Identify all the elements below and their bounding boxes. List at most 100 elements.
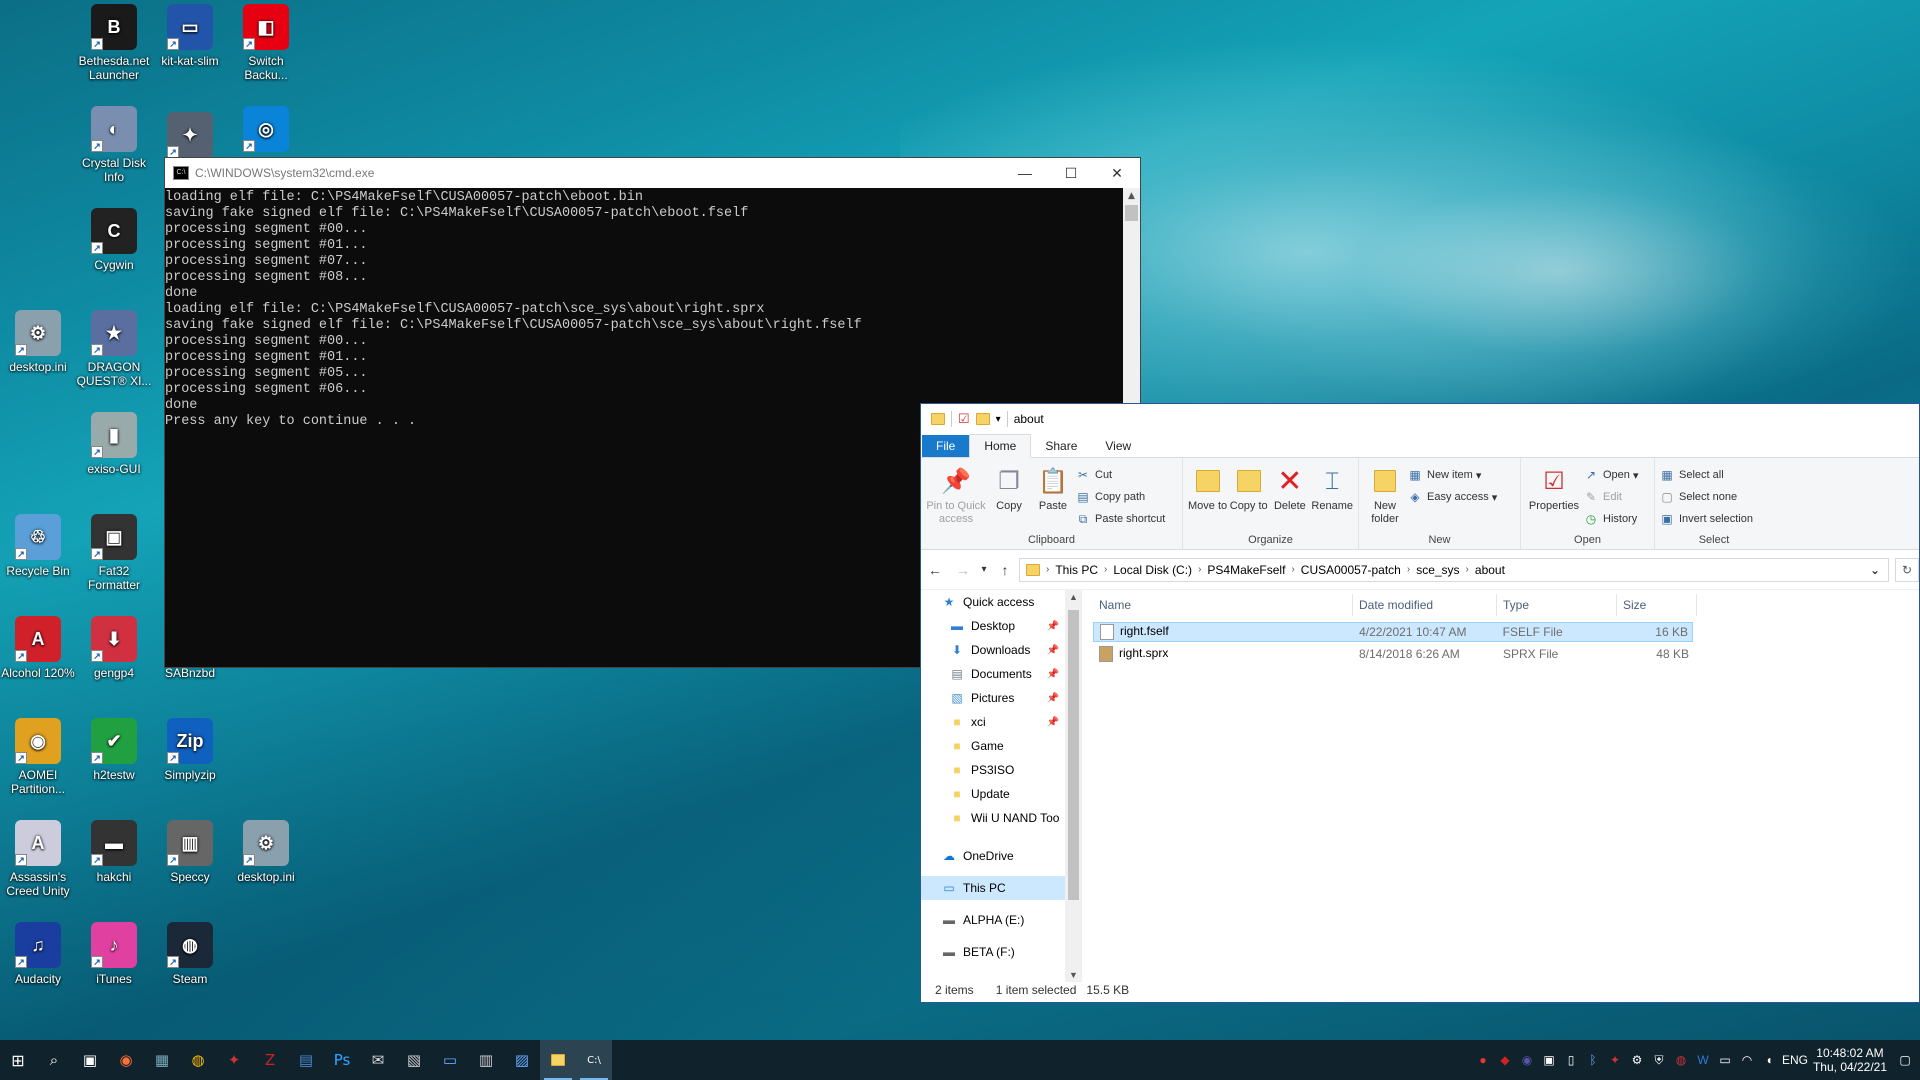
desktop-icon[interactable]: ⬇ ↗ gengp4 [76,616,152,680]
chevron-right-icon[interactable]: › [1291,564,1294,575]
scroll-up-icon[interactable]: ▲ [1065,592,1082,602]
desktop-icon[interactable]: ♪ ↗ iTunes [76,922,152,986]
desktop-icon[interactable]: ♫ ↗ Audacity [0,922,76,986]
desktop-icon[interactable]: A ↗ Alcohol 120% [0,616,76,680]
app-icon[interactable]: ▦ [144,1040,180,1080]
desktop-icon[interactable]: Zip ↗ Simplyzip [152,718,228,782]
app-icon[interactable]: ▤ [288,1040,324,1080]
tray-app-icon[interactable]: ▣ [1538,1053,1560,1067]
close-icon[interactable]: ✕ [1094,165,1140,182]
tray-app-icon[interactable]: ◉ [1516,1053,1538,1067]
desktop-icon[interactable]: ▮ ↗ exiso-GUI [76,412,152,476]
nav-item[interactable]: ★ Quick access [921,590,1065,614]
column-date-modified[interactable]: Date modified [1353,594,1497,616]
nav-item[interactable]: ■ Game [921,734,1065,758]
forward-icon[interactable]: → [949,562,977,578]
tab-view[interactable]: View [1091,435,1145,457]
desktop-icon[interactable]: B ↗ Bethesda.net Launcher [76,4,152,82]
breadcrumb-item[interactable]: CUSA00057-patch [1301,563,1401,577]
app-icon[interactable]: ✦ [216,1040,252,1080]
scroll-up-icon[interactable]: ▲ [1123,188,1140,205]
tray-app-icon[interactable]: ◆ [1494,1053,1516,1067]
chrome-icon[interactable]: ◍ [180,1040,216,1080]
nav-item[interactable]: ■ Update [921,782,1065,806]
select-none-button[interactable]: ▢ Select none [1659,486,1757,508]
nav-scrollbar[interactable]: ▲ ▼ [1065,590,1082,982]
battery-icon[interactable]: ▭ [1714,1053,1736,1067]
firefox-icon[interactable]: ◉ [108,1040,144,1080]
cut-button[interactable]: ✂ Cut [1075,464,1169,486]
refresh-icon[interactable]: ↻ [1895,557,1919,582]
desktop-icon[interactable]: ⚙ ↗ desktop.ini [0,310,76,374]
app-icon[interactable]: ✉ [360,1040,396,1080]
nav-item[interactable]: ▬ BETA (F:) [921,940,1065,964]
desktop-icon[interactable]: ▣ ↗ Fat32 Formatter [76,514,152,592]
breadcrumb-item[interactable]: This PC [1055,563,1098,577]
desktop-icon[interactable]: ★ ↗ DRAGON QUEST® XI... [76,310,152,388]
nav-item[interactable]: ▧ Pictures 📌 [921,686,1065,710]
tab-share[interactable]: Share [1031,435,1091,457]
start-icon[interactable]: ⊞ [0,1040,36,1080]
nav-item[interactable]: ■ PS3ISO [921,758,1065,782]
chevron-down-icon[interactable]: ▾ [996,414,1001,425]
search-icon[interactable]: ⌕ [36,1040,72,1080]
nav-item[interactable]: ■ xci 📌 [921,710,1065,734]
scroll-thumb[interactable] [1125,205,1138,221]
desktop-icon[interactable]: ◎ ↗ [228,106,304,156]
breadcrumb-item[interactable]: sce_sys [1416,563,1459,577]
chevron-right-icon[interactable]: › [1104,564,1107,575]
desktop-icon[interactable]: ◍ ↗ Steam [152,922,228,986]
language-indicator[interactable]: ENG [1780,1053,1810,1067]
clock[interactable]: 10:48:02 AM Thu, 04/22/21 [1810,1046,1890,1074]
explorer-window[interactable]: ☑ ▾ about File Home Share View 📌 Pin to … [920,403,1920,1003]
column-name[interactable]: Name [1093,594,1353,616]
explorer-titlebar[interactable]: ☑ ▾ about [921,404,1919,434]
file-row[interactable]: right.fself 4/22/2021 10:47 AM FSELF File 1… [1093,622,1693,642]
tray-app-icon[interactable]: ◍ [1670,1053,1692,1067]
desktop-icon[interactable]: ▥ ↗ Speccy [152,820,228,884]
easy-access-button[interactable]: ◈ Easy access ▾ [1407,486,1501,508]
column-size[interactable]: Size [1617,594,1697,616]
cmd-titlebar[interactable]: C:\ C:\WINDOWS\system32\cmd.exe — ☐ ✕ [165,158,1140,188]
desktop-icon[interactable]: ♲ ↗ Recycle Bin [0,514,76,578]
tray-app-icon[interactable]: ● [1472,1053,1494,1067]
shield-icon[interactable]: ⛨ [1648,1053,1670,1068]
column-type[interactable]: Type [1497,594,1617,616]
select-all-button[interactable]: ▦ Select all [1659,464,1757,486]
nav-item[interactable]: ▬ Desktop 📌 [921,614,1065,638]
wifi-icon[interactable]: ◠ [1736,1053,1758,1067]
chevron-right-icon[interactable]: › [1198,564,1201,575]
nav-item[interactable]: ▤ Documents 📌 [921,662,1065,686]
nav-item[interactable]: ▬ ALPHA (E:) [921,908,1065,932]
app-icon[interactable]: ▨ [504,1040,540,1080]
notification-icon[interactable]: ▢ [1890,1053,1920,1067]
desktop-icon[interactable]: ⚙ ↗ desktop.ini [228,820,304,884]
history-button[interactable]: ◷ History [1583,508,1643,530]
edit-button[interactable]: ✎ Edit [1583,486,1643,508]
desktop-icon[interactable]: ◉ ↗ AOMEI Partition... [0,718,76,796]
open-button[interactable]: ↗ Open ▾ [1583,464,1643,486]
tray-app-icon[interactable]: ⚙ [1626,1053,1648,1067]
chevron-right-icon[interactable]: › [1466,564,1469,575]
back-icon[interactable]: ← [921,562,949,578]
address-bar[interactable]: › This PC › Local Disk (C:) › PS4MakeFself › CU… [1019,557,1889,582]
app-icon[interactable]: ▥ [468,1040,504,1080]
nav-item[interactable]: ■ Wii U NAND Too [921,806,1065,830]
cmd-taskbar-icon[interactable]: C:\ [576,1040,612,1080]
copy-path-button[interactable]: ▤ Copy path [1075,486,1169,508]
breadcrumb-item[interactable]: PS4MakeFself [1207,563,1285,577]
desktop-icon[interactable]: ◧ ↗ Switch Backu... [228,4,304,82]
desktop-icon[interactable]: ▭ ↗ kit-kat-slim [152,4,228,68]
desktop-icon[interactable]: ▬ ↗ hakchi [76,820,152,884]
nav-item[interactable]: ▭ This PC [921,876,1065,900]
invert-selection-button[interactable]: ▣ Invert selection [1659,508,1757,530]
chevron-right-icon[interactable]: › [1407,564,1410,575]
volume-icon[interactable]: ◖ [1758,1053,1780,1067]
bluetooth-icon[interactable]: ᛒ [1582,1053,1604,1067]
tray-app-icon[interactable]: ✦ [1604,1053,1626,1067]
breadcrumb-item[interactable]: Local Disk (C:) [1113,563,1192,577]
up-icon[interactable]: ↑ [991,562,1019,578]
tab-home[interactable]: Home [969,434,1032,458]
usb-icon[interactable]: ▯ [1560,1053,1582,1067]
app-icon[interactable]: ▭ [432,1040,468,1080]
